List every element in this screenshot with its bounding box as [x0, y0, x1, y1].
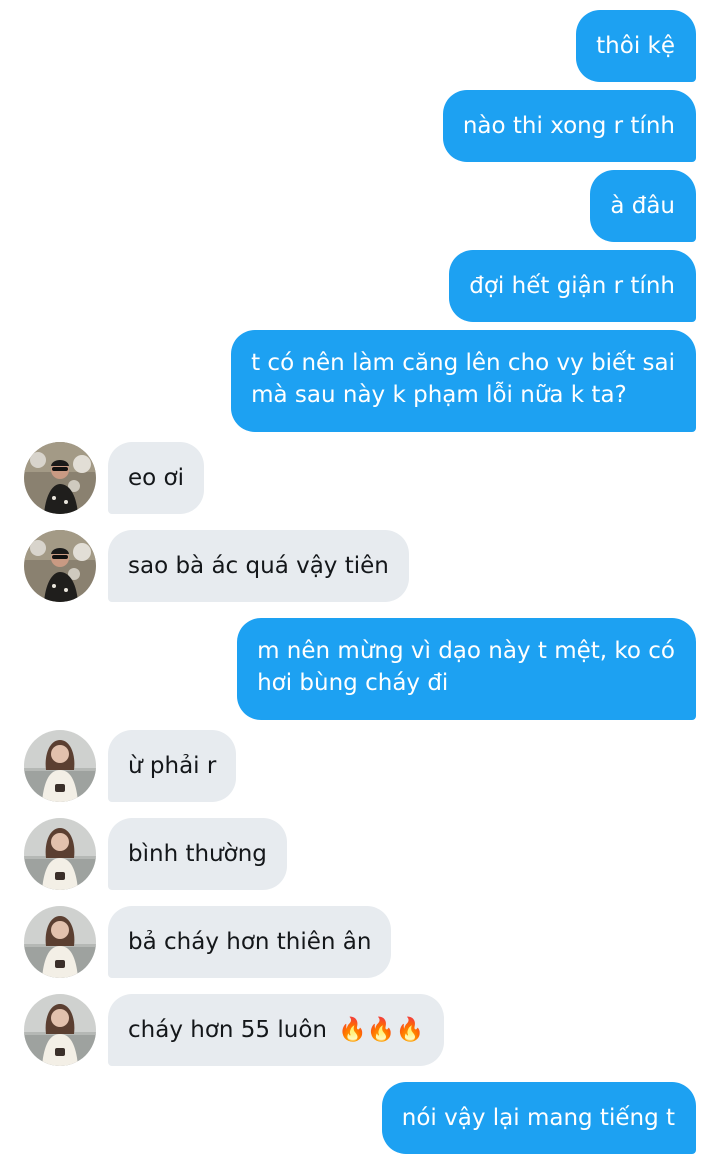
avatar[interactable]: [24, 818, 96, 890]
message-text-line: t có nên làm căng lên cho vy biết sai: [251, 350, 675, 376]
message-text: eo ơi: [128, 465, 184, 491]
avatar-b-image: [24, 906, 96, 978]
message-text-line: mà sau này k phạm lỗi nữa k ta?: [251, 382, 627, 408]
avatar-b-image: [24, 994, 96, 1066]
incoming-message[interactable]: cháy hơn 55 luôn 🔥🔥🔥: [108, 994, 445, 1066]
avatar-b-image: [24, 818, 96, 890]
message-text: bình thường: [128, 841, 267, 867]
avatar[interactable]: [24, 530, 96, 602]
message-text: à đâu: [610, 193, 675, 219]
avatar-a-image: [24, 442, 96, 514]
outgoing-message[interactable]: t có nên làm căng lên cho vy biết sai mà…: [231, 330, 696, 432]
outgoing-message[interactable]: nào thi xong r tính: [442, 90, 696, 162]
outgoing-message[interactable]: nói vậy lại mang tiếng t: [381, 1082, 696, 1154]
message-text: thôi kệ: [596, 33, 675, 59]
outgoing-message[interactable]: thôi kệ: [576, 10, 696, 82]
incoming-message[interactable]: eo ơi: [108, 442, 204, 514]
avatar-a-image: [24, 530, 96, 602]
avatar[interactable]: [24, 994, 96, 1066]
incoming-message[interactable]: sao bà ác quá vậy tiên: [108, 530, 409, 602]
message-text: nào thi xong r tính: [462, 113, 675, 139]
message-text: ừ phải r: [128, 753, 217, 779]
message-text-line: m nên mừng vì dạo này t mệt, ko có: [257, 638, 675, 664]
avatar[interactable]: [24, 442, 96, 514]
outgoing-message[interactable]: m nên mừng vì dạo này t mệt, ko có hơi b…: [237, 618, 696, 720]
incoming-message[interactable]: ừ phải r: [108, 730, 237, 802]
avatar-b-image: [24, 730, 96, 802]
message-text: sao bà ác quá vậy tiên: [128, 553, 389, 579]
message-text: bả cháy hơn thiên ân: [128, 929, 372, 955]
incoming-message[interactable]: bình thường: [108, 818, 287, 890]
incoming-message[interactable]: bả cháy hơn thiên ân: [108, 906, 392, 978]
message-text: đợi hết giận r tính: [469, 273, 675, 299]
message-text: nói vậy lại mang tiếng t: [401, 1105, 675, 1131]
fire-emoji: 🔥🔥🔥: [338, 1017, 425, 1043]
message-text-line: hơi bùng cháy đi: [257, 670, 449, 696]
outgoing-message[interactable]: à đâu: [590, 170, 696, 242]
avatar[interactable]: [24, 730, 96, 802]
avatar[interactable]: [24, 906, 96, 978]
message-text: cháy hơn 55 luôn: [128, 1017, 327, 1043]
outgoing-message[interactable]: đợi hết giận r tính: [449, 250, 696, 322]
